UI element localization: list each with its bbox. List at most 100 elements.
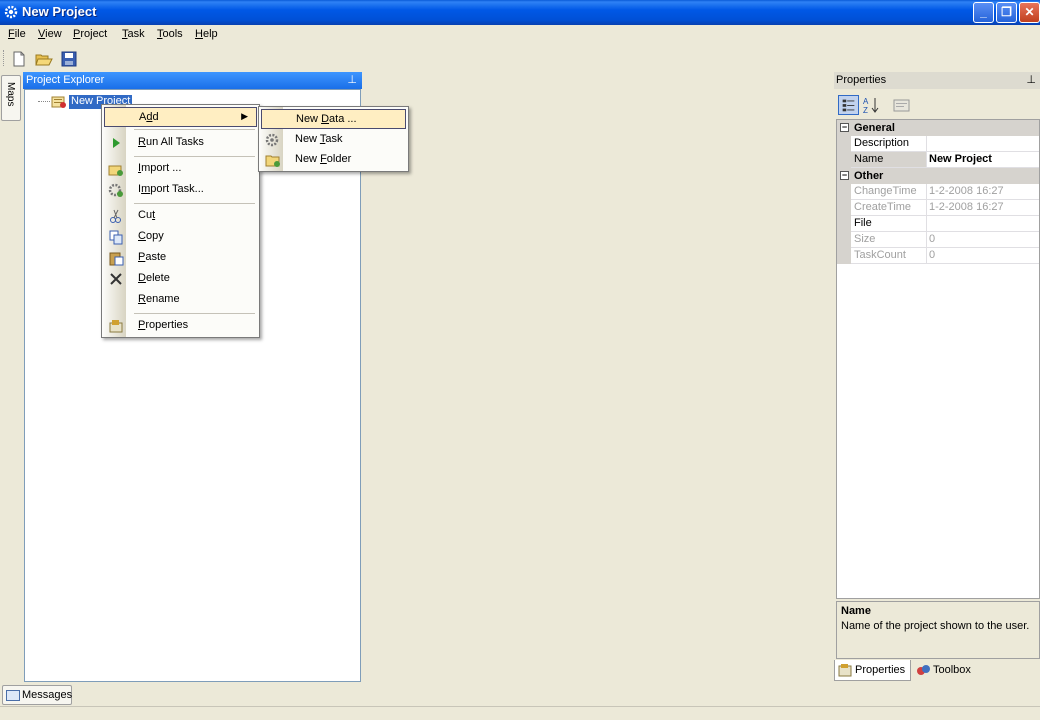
new-file-icon[interactable] [10,50,28,68]
property-row-size[interactable]: Size 0 [837,232,1039,248]
row-gutter [837,216,851,232]
toolbox-icon [917,665,930,675]
property-row-file[interactable]: File [837,216,1039,232]
menu-tools[interactable]: Tools [157,28,183,40]
collapse-icon[interactable]: − [840,171,849,180]
save-icon[interactable] [60,50,78,68]
tab-label: Toolbox [933,664,971,676]
menu-item-new-data[interactable]: New Data ... [261,109,406,129]
property-grid: − General Description Name New Project −… [836,119,1040,599]
row-gutter [837,152,851,168]
property-row-createtime[interactable]: CreateTime 1-2-2008 16:27 [837,200,1039,216]
project-icon [51,96,66,108]
menu-item-copy[interactable]: Copy [104,227,257,247]
tree-connector [38,101,50,102]
menu-separator [134,313,255,314]
menu-separator [134,129,255,130]
property-key: Name [851,152,927,168]
minimize-button[interactable]: _ [973,2,994,23]
restore-button[interactable]: ❐ [996,2,1017,23]
menu-item-label: Delete [138,272,170,284]
close-button[interactable]: ✕ [1019,2,1040,23]
project-explorer-title: Project Explorer [26,74,105,86]
description-heading: Name [841,605,871,617]
messages-tab-label: Messages [22,689,73,701]
maps-side-tab[interactable]: Maps [1,75,21,121]
properties-icon [838,664,852,677]
property-row-changetime[interactable]: ChangeTime 1-2-2008 16:27 [837,184,1039,200]
menu-item-rename[interactable]: Rename [104,290,257,310]
menu-file[interactable]: File [8,28,26,40]
menu-view[interactable]: View [38,28,62,40]
pin-icon[interactable]: ⊥ [347,73,357,86]
tab-properties[interactable]: Properties [834,660,911,681]
window-title: New Project [22,4,97,19]
row-gutter [837,184,851,200]
svg-text:A: A [863,97,869,106]
menu-item-new-task[interactable]: New Task [261,130,406,150]
messages-tab[interactable]: Messages [2,685,72,705]
gear-icon [4,5,18,19]
menu-item-label: Import ... [138,162,182,174]
row-gutter [837,248,851,264]
menu-item-new-folder[interactable]: New Folder [261,150,406,170]
property-value[interactable]: New Project [927,152,1039,168]
property-row-description[interactable]: Description [837,136,1039,152]
document-area [365,72,833,684]
row-gutter [837,136,851,152]
category-other[interactable]: − Other [837,168,1039,184]
menu-item-label: Run All Tasks [138,136,204,148]
menu-item-label: New Folder [295,153,352,165]
menu-item-run-all-tasks[interactable]: Run All Tasks [104,133,257,153]
property-pages-icon[interactable] [891,95,912,115]
toolbar [0,46,1040,72]
menu-separator [134,203,255,204]
menu-item-cut[interactable]: Cut [104,206,257,226]
row-gutter [837,232,851,248]
properties-panel: Properties ⊥ A Z − General Description N… [834,72,1040,684]
sort-alphabetical-icon[interactable]: A Z [861,95,882,115]
pin-icon[interactable]: ⊥ [1026,73,1036,86]
open-folder-icon[interactable] [35,50,53,68]
category-general[interactable]: − General [837,120,1039,136]
copy-icon [109,230,123,245]
svg-text:Z: Z [863,106,868,115]
menu-task[interactable]: Task [122,28,145,40]
submenu-arrow-icon: ▶ [241,111,248,121]
property-row-taskcount[interactable]: TaskCount 0 [837,248,1039,264]
property-key: ChangeTime [851,184,927,200]
property-value: 1-2-2008 16:27 [927,184,1039,200]
import-task-icon [108,183,123,197]
menu-help[interactable]: Help [195,28,218,40]
menu-item-properties[interactable]: Properties [104,316,257,336]
categorized-icon[interactable] [838,95,859,115]
category-label: Other [854,170,884,182]
menu-item-import[interactable]: Import ... [104,159,257,179]
properties-header: Properties ⊥ [834,72,1040,89]
menu-bar: File View Project Task Tools Help [0,25,1040,45]
menu-item-label: Add [139,111,159,123]
property-value[interactable] [927,216,1039,232]
property-value: 1-2-2008 16:27 [927,200,1039,216]
delete-icon [110,273,122,285]
property-row-name[interactable]: Name New Project [837,152,1039,168]
tab-toolbox[interactable]: Toolbox [913,660,983,681]
property-value[interactable] [927,136,1039,152]
menu-item-label: Import Task... [138,183,204,195]
properties-tabs: Properties Toolbox [834,660,1040,682]
description-text: Name of the project shown to the user. [841,620,1030,632]
menu-item-label: Paste [138,251,167,263]
bottom-panel-bar: Messages [0,684,1040,706]
menu-project[interactable]: Project [73,28,107,40]
play-icon [113,138,120,148]
menu-item-delete[interactable]: Delete [104,269,257,289]
context-menu: Add ▶ Run All Tasks Import ... Import Ta… [101,104,260,338]
menu-item-import-task[interactable]: Import Task... [104,180,257,200]
toolbar-grip[interactable] [3,50,6,66]
collapse-icon[interactable]: − [840,123,849,132]
paste-icon [109,252,124,266]
menu-item-paste[interactable]: Paste [104,248,257,268]
property-key: CreateTime [851,200,927,216]
menu-item-add[interactable]: Add ▶ [104,107,257,127]
title-bar: New Project _ ❐ ✕ [0,0,1040,25]
